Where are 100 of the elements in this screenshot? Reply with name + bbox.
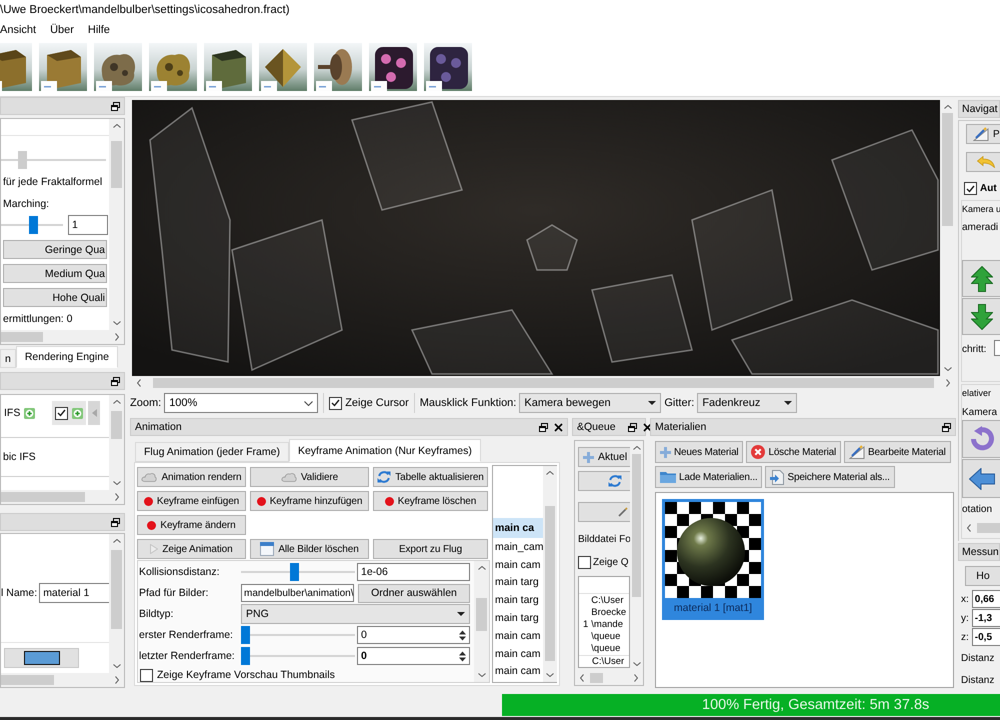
slider-handle[interactable] <box>241 647 250 665</box>
name-field[interactable]: material 1 <box>39 583 109 603</box>
step-field[interactable] <box>994 340 1000 356</box>
scrollbar-thumb[interactable] <box>1 332 43 342</box>
animation-button[interactable]: Validiere <box>250 467 369 487</box>
scrollbar-thumb[interactable] <box>545 506 556 662</box>
slider-handle[interactable] <box>29 216 38 234</box>
queue-button[interactable] <box>578 471 630 491</box>
list-item[interactable]: bic IFS <box>3 451 36 463</box>
coordinate-field[interactable]: 0,66 <box>972 590 1000 608</box>
animation-button[interactable]: Keyframe löschen <box>373 491 488 511</box>
quality-preset-button[interactable]: Hohe Quali <box>3 288 107 307</box>
close-icon[interactable] <box>554 422 563 432</box>
coordinate-field[interactable]: -0,5 <box>972 628 1000 646</box>
slider-handle[interactable] <box>241 626 250 644</box>
material-button[interactable]: Lösche Material <box>746 441 842 463</box>
scrollbar-thumb[interactable] <box>1 492 85 502</box>
spin-arrows-icon[interactable] <box>459 630 466 640</box>
slider-track[interactable] <box>1 216 63 234</box>
fractal-preset-thumbnail[interactable] <box>369 43 417 91</box>
coordinate-field[interactable]: -1,3 <box>972 609 1000 627</box>
quality-preset-button[interactable]: Geringe Qua <box>3 240 107 259</box>
fractal-preset-thumbnail[interactable] <box>0 43 32 91</box>
checkbox[interactable] <box>140 668 153 682</box>
fractal-preset-thumbnail[interactable] <box>259 43 307 91</box>
undock-icon[interactable] <box>539 422 548 432</box>
frame-spinbox[interactable]: 0 <box>357 647 470 665</box>
scrollbar-thumb[interactable] <box>590 673 603 683</box>
formula-tab[interactable] <box>52 401 86 425</box>
quality-preset-button[interactable]: Medium Qua <box>3 264 107 283</box>
tab[interactable]: n <box>0 349 16 368</box>
vertical-scrollbar[interactable] <box>543 466 558 682</box>
spin-arrows-icon[interactable] <box>459 650 466 662</box>
slider-track[interactable] <box>241 626 355 644</box>
measure-button[interactable]: Ho <box>965 566 1000 586</box>
rotate-button[interactable] <box>962 420 1000 458</box>
material-button[interactable]: Speichere Material als... <box>765 466 895 488</box>
checkbox[interactable] <box>55 406 68 420</box>
undock-icon[interactable] <box>111 102 120 110</box>
menu-item[interactable]: Über <box>50 24 74 36</box>
column-header[interactable]: main ca <box>493 518 544 538</box>
slider-track[interactable] <box>1 151 106 169</box>
tab[interactable]: Rendering Engine <box>16 346 118 368</box>
scrollbar-thumb[interactable] <box>476 598 487 631</box>
move-up-button[interactable] <box>962 260 1000 297</box>
material-button[interactable]: Lade Materialien... <box>655 466 762 488</box>
menu-item[interactable]: Ansicht <box>0 24 36 36</box>
move-left-button[interactable] <box>962 459 1000 498</box>
animation-button[interactable]: Tabelle aktualisieren <box>373 467 488 487</box>
fractal-preset-thumbnail[interactable] <box>149 43 197 91</box>
animation-button[interactable]: Keyframe ändern <box>137 515 246 535</box>
animation-button[interactable]: Animation rendern <box>137 467 246 487</box>
add-icon[interactable] <box>72 408 84 418</box>
value-field[interactable]: 1 <box>68 215 108 235</box>
vertical-scrollbar[interactable] <box>109 119 124 330</box>
slider-handle[interactable] <box>290 563 300 581</box>
move-down-button[interactable] <box>962 298 1000 335</box>
tab[interactable]: Keyframe Animation (Nur Keyframes) <box>288 439 481 462</box>
tab[interactable]: Flug Animation (jeder Frame) <box>135 442 289 462</box>
frame-spinbox[interactable]: 0 <box>357 626 470 644</box>
vertical-scrollbar[interactable] <box>474 561 489 682</box>
scrollbar-thumb[interactable] <box>111 550 122 630</box>
scrollbar-thumb[interactable] <box>1 675 54 685</box>
add-icon[interactable] <box>24 408 36 418</box>
material-item[interactable]: material 1 [mat1] <box>662 499 764 620</box>
horizontal-scrollbar[interactable] <box>1 673 124 687</box>
material-button[interactable]: Bearbeite Material <box>844 441 951 463</box>
horizontal-scrollbar[interactable] <box>1 330 124 344</box>
undock-icon[interactable] <box>942 422 951 432</box>
tab-scroll-button[interactable] <box>88 401 100 425</box>
value-field[interactable]: 1e-06 <box>357 563 470 581</box>
vertical-scrollbar[interactable] <box>109 534 124 673</box>
fractal-preset-thumbnail[interactable] <box>204 43 252 91</box>
animation-button[interactable]: Keyframe hinzufügen <box>250 491 369 511</box>
animation-button[interactable]: Zeige Animation <box>137 539 246 559</box>
scrollbar-thumb[interactable] <box>942 113 953 226</box>
navigation-button[interactable] <box>966 152 1000 172</box>
fractal-preset-thumbnail[interactable] <box>314 43 362 91</box>
undock-icon[interactable] <box>111 376 120 386</box>
scrollbar-thumb[interactable] <box>152 378 934 388</box>
animation-button[interactable]: Keyframe einfügen <box>137 491 246 511</box>
fractal-preset-thumbnail[interactable] <box>39 43 87 91</box>
checkbox[interactable] <box>578 556 591 568</box>
menu-item[interactable]: Hilfe <box>88 24 110 36</box>
close-icon[interactable] <box>642 422 652 432</box>
undock-icon[interactable] <box>111 518 120 526</box>
queue-button[interactable]: Aktuel <box>578 447 630 467</box>
scrollbar-thumb[interactable] <box>111 411 122 440</box>
mouse-function-dropdown[interactable]: Kamera bewegen <box>519 393 662 413</box>
scrollbar-thumb[interactable] <box>111 141 122 188</box>
checkbox[interactable] <box>964 182 977 195</box>
browse-button[interactable]: Ordner auswählen <box>358 584 470 602</box>
navigation-button[interactable]: P <box>966 124 1000 144</box>
fractal-preset-thumbnail[interactable] <box>424 43 472 91</box>
horizontal-scrollbar[interactable] <box>1 490 124 504</box>
color-button[interactable] <box>4 648 79 668</box>
zoom-dropdown[interactable]: 100% <box>164 393 318 413</box>
slider-track[interactable] <box>241 563 355 581</box>
animation-button[interactable]: Alle Bilder löschen <box>250 539 369 559</box>
animation-button[interactable]: Export zu Flug <box>373 539 488 559</box>
